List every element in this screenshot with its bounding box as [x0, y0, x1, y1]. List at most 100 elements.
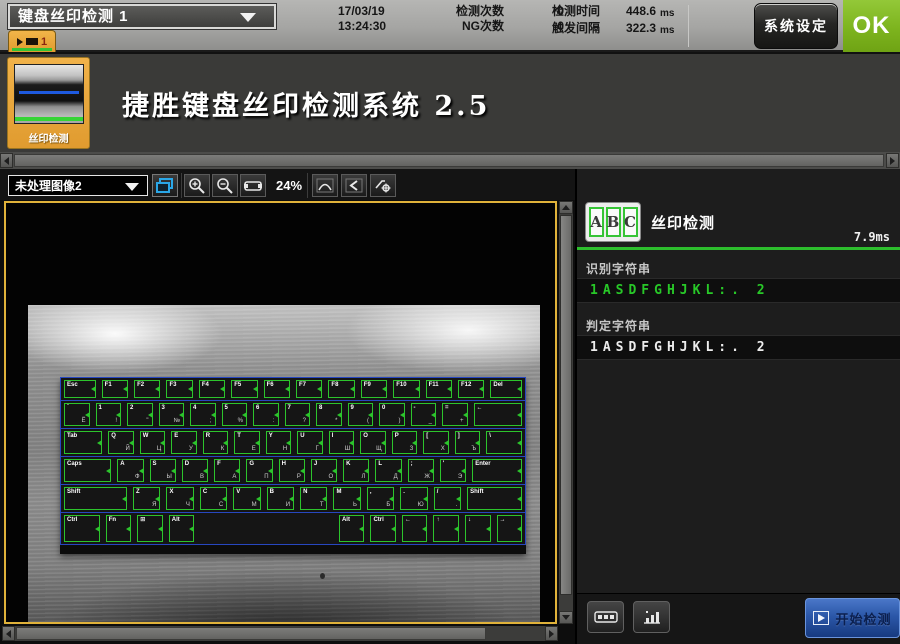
waveform-icon	[316, 178, 334, 193]
detection-box: FА	[214, 459, 240, 482]
camera-image-frame[interactable]: EscF1F2F3F4F5F6F7F8F9F10F11F12Del`Ё1!2"3…	[4, 201, 557, 624]
detection-box: Shift	[467, 487, 522, 510]
header-horizontal-scrollbar[interactable]	[0, 152, 900, 169]
keyboard-key: PЗ	[389, 429, 421, 456]
keyboard-key: 3№	[156, 401, 188, 428]
detection-box: ]Ъ	[455, 431, 481, 454]
keyboard-key: Esc	[61, 378, 99, 400]
image-viewer: EscF1F2F3F4F5F6F7F8F9F10F11F12Del`Ё1!2"3…	[0, 200, 575, 644]
detection-box: 'Э	[440, 459, 466, 482]
keyboard-key	[197, 513, 336, 544]
detection-box: Caps	[64, 459, 111, 482]
detection-box: VМ	[233, 487, 260, 510]
inspection-thumbnail-card[interactable]: 丝印检测	[7, 57, 90, 149]
scroll-left-button[interactable]	[0, 153, 13, 168]
detection-box: PЗ	[392, 431, 418, 454]
keyboard-key: F6	[261, 378, 293, 400]
zoom-in-button[interactable]	[184, 174, 210, 197]
camera-tab-1[interactable]: 1	[8, 30, 56, 52]
keyboard-key: ⊞	[134, 513, 166, 544]
keyboard-row: `Ё1!2"3№4;5%6:7?8*9(0)-_=+←	[60, 400, 526, 429]
detection-box: ←	[402, 515, 428, 542]
detection-box: AФ	[117, 459, 143, 482]
system-settings-button[interactable]: 系统设定	[754, 3, 838, 49]
processing-time: 7.9ms	[854, 230, 890, 244]
top-status-bar: 键盘丝印检测 1 1 17/03/19 13:24:30 检测次数 0 NG次数…	[0, 0, 900, 52]
camera-icon	[26, 38, 38, 45]
datetime: 17/03/19 13:24:30	[338, 4, 408, 34]
detection-box: JО	[311, 459, 337, 482]
detection-box: F11	[426, 380, 452, 398]
keyboard-key: FА	[211, 457, 243, 484]
viewer-horizontal-scrollbar[interactable]	[2, 626, 558, 641]
keyboard-key: ZЯ	[130, 485, 163, 512]
keyboard-key: F1	[99, 378, 131, 400]
inspect-time-value: 448.6	[604, 4, 656, 21]
inspection-result-panel: A B C 丝印检测 7.9ms 识别字符串 1ASDFGHJKL:. 2 判定…	[575, 169, 900, 644]
keyboard-key: QЙ	[105, 429, 137, 456]
keyboard-key: ,Б	[364, 485, 397, 512]
detection-box: MЬ	[333, 487, 360, 510]
keyboard-key: Shift	[464, 485, 525, 512]
keyboard-key: F8	[325, 378, 357, 400]
back-button[interactable]	[341, 174, 367, 197]
keyboard-key: F5	[228, 378, 260, 400]
trigger-interval-value: 322.3	[604, 21, 656, 38]
keyboard-key: ↓	[462, 513, 494, 544]
detection-box: Esc	[64, 380, 96, 398]
image-history-button[interactable]	[587, 601, 624, 633]
camera-tab-label: 1	[41, 36, 47, 48]
inspect-count-label: 检测次数	[420, 4, 504, 19]
bar-chart-icon	[642, 609, 662, 625]
scroll-down-button[interactable]	[559, 611, 573, 624]
viewer-vertical-scrollbar[interactable]	[559, 201, 573, 624]
statistics-button[interactable]	[633, 601, 670, 633]
program-selector-dropdown[interactable]: 键盘丝印检测 1	[8, 4, 276, 29]
keyboard-key: \	[483, 429, 525, 456]
date-text: 17/03/19	[338, 4, 408, 19]
ok-status-button[interactable]: OK	[843, 0, 900, 52]
keyboard-photo: EscF1F2F3F4F5F6F7F8F9F10F11F12Del`Ё1!2"3…	[28, 305, 540, 624]
scrollbar-thumb[interactable]	[16, 627, 486, 640]
detection-box: Fn	[106, 515, 132, 542]
image-settings-button[interactable]	[370, 174, 396, 197]
keyboard-key: Ctrl	[61, 513, 103, 544]
scroll-right-button[interactable]	[545, 626, 558, 641]
fit-to-screen-button[interactable]	[240, 174, 266, 197]
keyboard-key: TЕ	[231, 429, 263, 456]
keyboard-key: AФ	[114, 457, 146, 484]
scroll-left-button[interactable]	[2, 626, 15, 641]
arrow-right-icon	[549, 630, 554, 638]
keyboard-key: YН	[263, 429, 295, 456]
detection-box: 0)	[379, 403, 405, 426]
keyboard-key: KЛ	[340, 457, 372, 484]
detection-box: OЩ	[360, 431, 386, 454]
scroll-right-button[interactable]	[886, 153, 899, 168]
detection-box: ←	[474, 403, 522, 426]
start-inspection-button[interactable]: 开始检测	[805, 598, 900, 638]
detection-box: ⊞	[137, 515, 163, 542]
profile-display-button[interactable]	[312, 174, 338, 197]
image-source-dropdown[interactable]: 未处理图像2	[8, 175, 148, 196]
display-layout-button[interactable]	[152, 174, 178, 197]
keyboard-key: CС	[197, 485, 230, 512]
camera-icon	[17, 38, 23, 46]
scrollbar-thumb[interactable]	[14, 154, 884, 167]
ng-count-label: NG次数	[420, 19, 504, 34]
detection-box: \	[486, 431, 522, 454]
keyboard-key: 'Э	[437, 457, 469, 484]
zoom-out-button[interactable]	[212, 174, 238, 197]
layout-windows-icon	[156, 178, 174, 193]
ocr-tool-icon: A B C	[585, 202, 641, 242]
page-title: 捷胜键盘丝印检测系统 2.5	[122, 84, 490, 123]
keyboard-key: .Ю	[397, 485, 430, 512]
detection-box: 8*	[316, 403, 342, 426]
scrollbar-thumb[interactable]	[560, 215, 572, 595]
detection-box: →	[497, 515, 523, 542]
filmstrip-icon	[594, 610, 618, 624]
detection-box: UГ	[297, 431, 323, 454]
detection-box: F8	[328, 380, 354, 398]
surface-speck	[320, 573, 325, 579]
keyboard-key: XЧ	[163, 485, 196, 512]
scroll-up-button[interactable]	[559, 201, 573, 214]
